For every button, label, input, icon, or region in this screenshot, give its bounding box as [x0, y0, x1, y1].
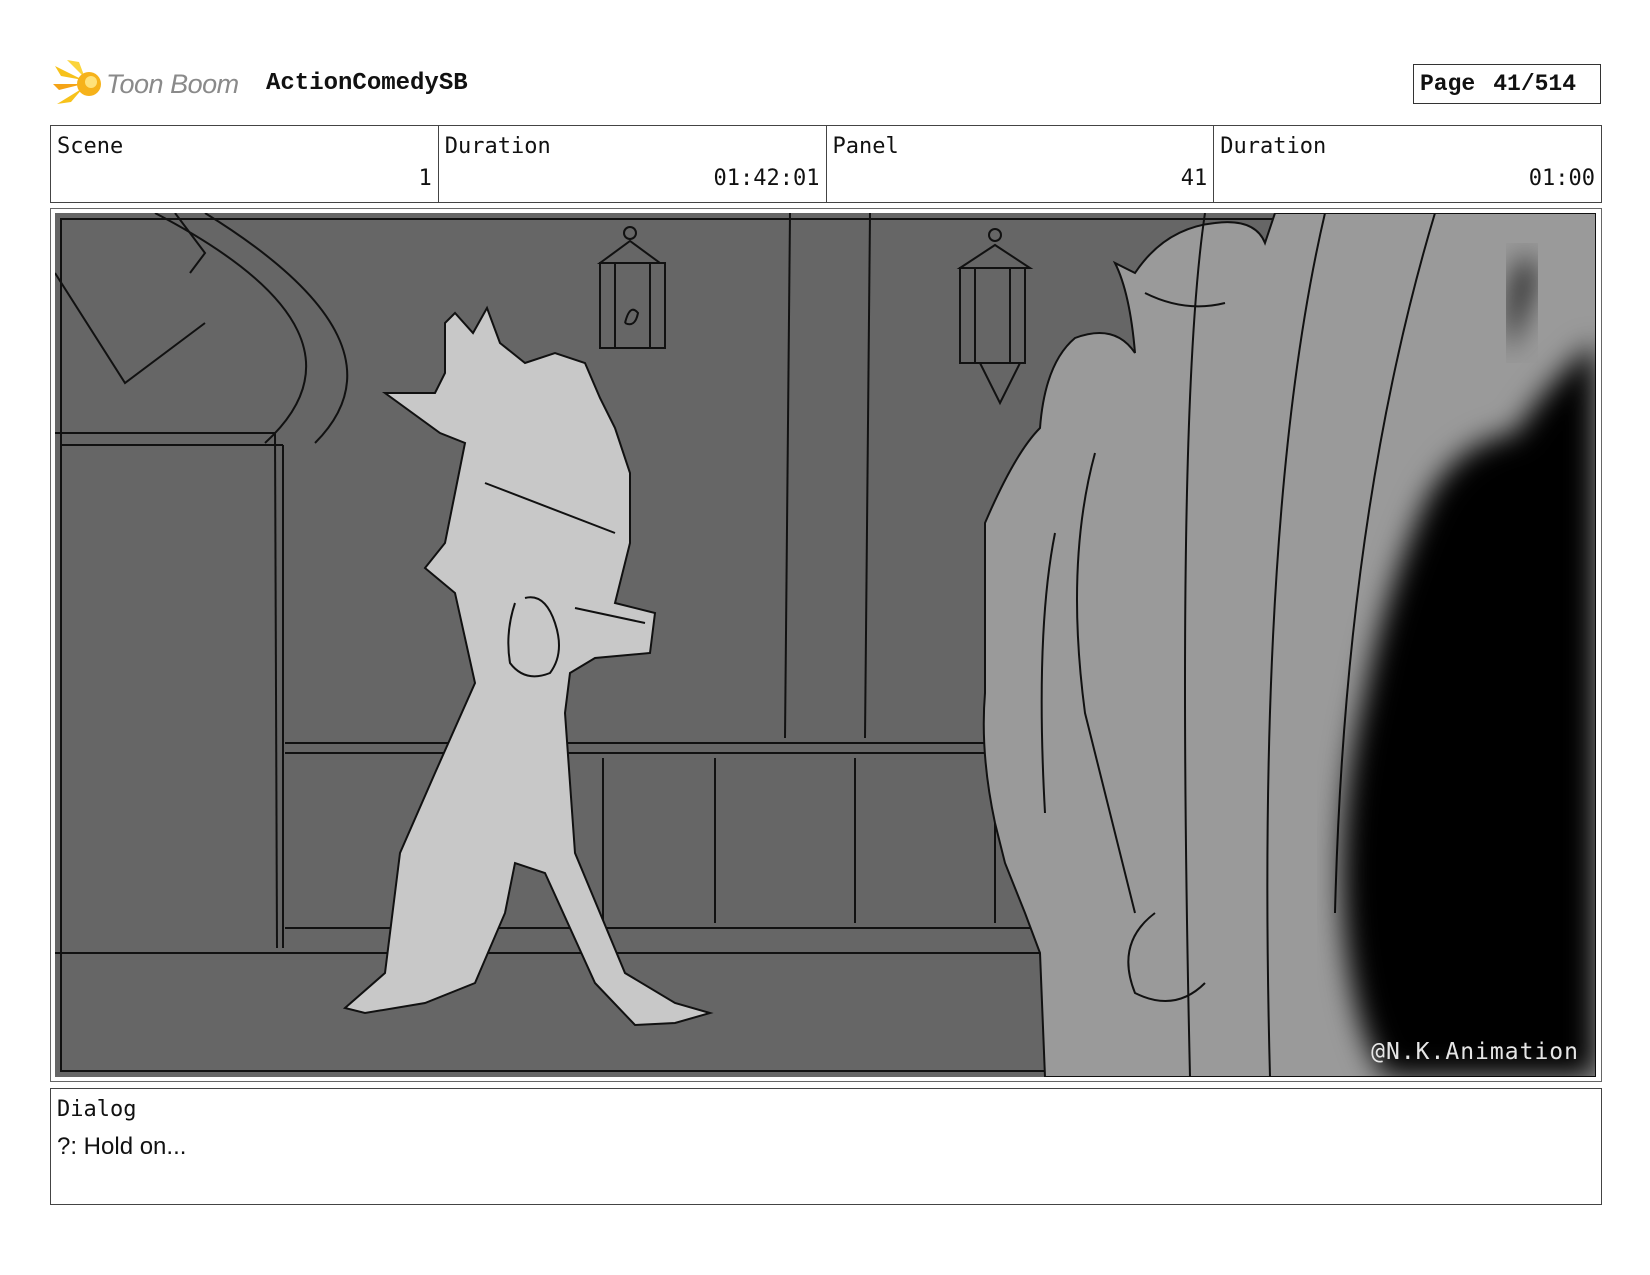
- panel-sketch: [55, 213, 1596, 1077]
- scene-cell: Scene 1: [51, 126, 439, 202]
- panel-duration-label: Duration: [1220, 134, 1327, 159]
- panel-label: Panel: [832, 134, 899, 159]
- logo-text: Toon Boom: [106, 68, 239, 99]
- panel-duration-value: 01:00: [1528, 166, 1595, 191]
- panel-duration-cell: Duration 01:00: [1214, 126, 1601, 202]
- dialog-label: Dialog: [57, 1097, 137, 1122]
- scene-duration-label: Duration: [444, 134, 551, 159]
- page-label: Page: [1420, 71, 1476, 97]
- scene-duration-cell: Duration 01:42:01: [439, 126, 827, 202]
- toon-boom-logo: Toon Boom: [53, 58, 239, 110]
- panel-info-row: Scene 1 Duration 01:42:01 Panel 41 Durat…: [50, 125, 1602, 203]
- scene-value: 1: [418, 166, 432, 191]
- dialog-text: ?: Hold on...: [57, 1133, 187, 1160]
- page-value: 41/514: [1493, 71, 1577, 97]
- project-title: ActionComedySB: [266, 70, 468, 97]
- watermark: @N.K.Animation: [1371, 1039, 1579, 1065]
- panel-value: 41: [1180, 166, 1208, 191]
- panel-cell: Panel 41: [827, 126, 1215, 202]
- dialog-box: Dialog ?: Hold on...: [50, 1088, 1602, 1205]
- starburst-icon: [53, 60, 101, 104]
- storyboard-panel: @N.K.Animation: [50, 208, 1602, 1082]
- page-indicator: Page 41/514: [1413, 64, 1601, 104]
- scene-duration-value: 01:42:01: [713, 166, 820, 191]
- scene-label: Scene: [57, 134, 124, 159]
